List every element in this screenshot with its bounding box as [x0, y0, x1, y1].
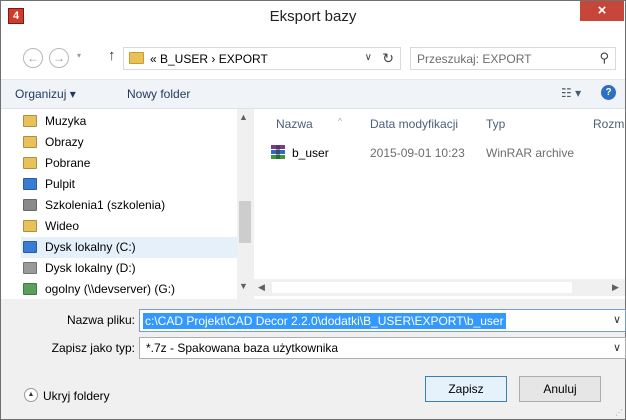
nav-item-label: Szkolenia1 (szkolenia)	[45, 198, 166, 212]
refresh-icon[interactable]: ↻	[382, 50, 394, 67]
pictures-folder-icon	[23, 136, 37, 148]
nav-item-label: Muzyka	[45, 114, 87, 128]
column-header-type[interactable]: Typ	[486, 117, 505, 131]
filetype-dropdown-icon[interactable]: ∨	[613, 341, 621, 354]
scroll-left-icon[interactable]: ◀	[258, 282, 265, 293]
organize-button[interactable]: Organizuj ▾	[15, 87, 76, 101]
network-drive-icon	[23, 283, 37, 295]
local-disk-icon	[23, 262, 37, 274]
file-modified: 2015-09-01 10:23	[370, 146, 465, 160]
address-dropdown-icon[interactable]: ∨	[365, 52, 372, 63]
window-title: Eksport bazy	[269, 8, 357, 25]
filetype-value: *.7z - Spakowana baza użytkownika	[146, 341, 339, 355]
column-label: Nazwa	[276, 117, 313, 131]
nav-item-label: ogolny (\\devserver) (G:)	[45, 282, 176, 296]
chevron-up-icon: ▲	[24, 388, 38, 402]
videos-folder-icon	[23, 220, 37, 232]
nav-item[interactable]: Wideo	[21, 216, 243, 237]
nav-scrollbar[interactable]: ▲ ▼	[237, 109, 253, 299]
column-header-name[interactable]: Nazwa ^	[276, 117, 342, 131]
forward-button[interactable]: →	[49, 48, 69, 68]
music-folder-icon	[23, 115, 37, 127]
sort-ascending-icon: ^	[338, 117, 342, 126]
search-box[interactable]: Przeszukaj: EXPORT ⚲	[410, 47, 616, 70]
scroll-down-icon[interactable]: ▼	[239, 281, 248, 291]
hide-folders-label: Ukryj foldery	[43, 389, 110, 403]
winrar-archive-icon	[271, 145, 285, 159]
hscroll-thumb[interactable]	[272, 282, 572, 293]
desktop-folder-icon	[23, 178, 37, 190]
file-type: WinRAR archive	[486, 146, 575, 160]
nav-item-label: Pulpit	[45, 177, 76, 191]
nav-item[interactable]: Pobrane	[21, 153, 243, 174]
cancel-button[interactable]: Anuluj	[519, 376, 601, 402]
nav-item[interactable]: Muzyka	[21, 111, 243, 132]
filename-field[interactable]: c:\CAD Projekt\CAD Decor 2.2.0\dodatki\B…	[139, 309, 626, 332]
address-bar[interactable]: « B_USER › EXPORT ∨ ↻	[123, 47, 401, 70]
scroll-thumb[interactable]	[239, 201, 251, 243]
filename-input[interactable]: c:\CAD Projekt\CAD Decor 2.2.0\dodatki\B…	[143, 313, 506, 329]
nav-item[interactable]: ogolny (\\devserver) (G:)	[21, 279, 243, 299]
help-icon[interactable]: ?	[601, 85, 616, 100]
column-header-modified[interactable]: Data modyfikacji	[370, 117, 458, 131]
new-folder-button[interactable]: Nowy folder	[127, 87, 190, 101]
filename-label: Nazwa pliku:	[66, 313, 135, 327]
title-bar: 4 Eksport bazy ×	[1, 1, 625, 31]
view-options-icon[interactable]: ☷ ▾	[561, 86, 581, 100]
address-row: ← → ▾ ↑ « B_USER › EXPORT ∨ ↻ Przeszukaj…	[1, 31, 625, 79]
nav-item-label: Obrazy	[45, 135, 84, 149]
file-name: b_user	[292, 146, 329, 160]
scroll-right-icon[interactable]: ▶	[612, 282, 619, 293]
nav-item[interactable]: Szkolenia1 (szkolenia)	[21, 195, 243, 216]
file-list-hscrollbar[interactable]: ◀ ▶	[254, 279, 625, 296]
nav-item-label: Pobrane	[45, 156, 91, 170]
nav-item[interactable]: Dysk lokalny (D:)	[21, 258, 243, 279]
breadcrumb[interactable]: « B_USER › EXPORT	[150, 52, 268, 66]
file-list: Nazwa ^ Data modyfikacji Typ Rozm b_user…	[254, 109, 625, 299]
save-button[interactable]: Zapisz	[425, 376, 507, 402]
up-button[interactable]: ↑	[108, 47, 116, 64]
close-button[interactable]: ×	[580, 1, 624, 21]
network-computer-icon	[23, 199, 37, 211]
local-disk-icon	[23, 241, 37, 253]
scroll-up-icon[interactable]: ▲	[239, 112, 248, 122]
recent-locations-button[interactable]: ▾	[77, 51, 81, 60]
file-row[interactable]: b_user 2015-09-01 10:23 WinRAR archive	[270, 143, 625, 163]
folder-icon	[129, 52, 144, 64]
command-bar: Organizuj ▾ Nowy folder ☷ ▾ ?	[1, 79, 625, 109]
filetype-label: Zapisz jako typ:	[51, 341, 135, 355]
save-dialog: 4 Eksport bazy × ← → ▾ ↑ « B_USER › EXPO…	[0, 0, 626, 420]
nav-item-label: Dysk lokalny (C:)	[45, 240, 136, 254]
search-input[interactable]: Przeszukaj: EXPORT	[417, 52, 531, 66]
nav-item[interactable]: Pulpit	[21, 174, 243, 195]
back-button[interactable]: ←	[23, 48, 43, 68]
resize-grip-icon[interactable]: ⋰	[615, 408, 623, 417]
nav-item-label: Wideo	[45, 219, 80, 233]
column-header-size[interactable]: Rozm	[593, 117, 624, 131]
nav-item-label: Dysk lokalny (D:)	[45, 261, 136, 275]
filename-dropdown-icon[interactable]: ∨	[613, 313, 621, 326]
navigation-pane: Muzyka Obrazy Pobrane Pulpit Szkolenia1 (szk…	[1, 109, 253, 299]
nav-item[interactable]: Dysk lokalny (C:)	[21, 237, 243, 258]
filetype-select[interactable]: *.7z - Spakowana baza użytkownika ∨	[139, 337, 626, 359]
nav-item[interactable]: Obrazy	[21, 132, 243, 153]
search-icon[interactable]: ⚲	[599, 50, 609, 66]
downloads-folder-icon	[23, 157, 37, 169]
